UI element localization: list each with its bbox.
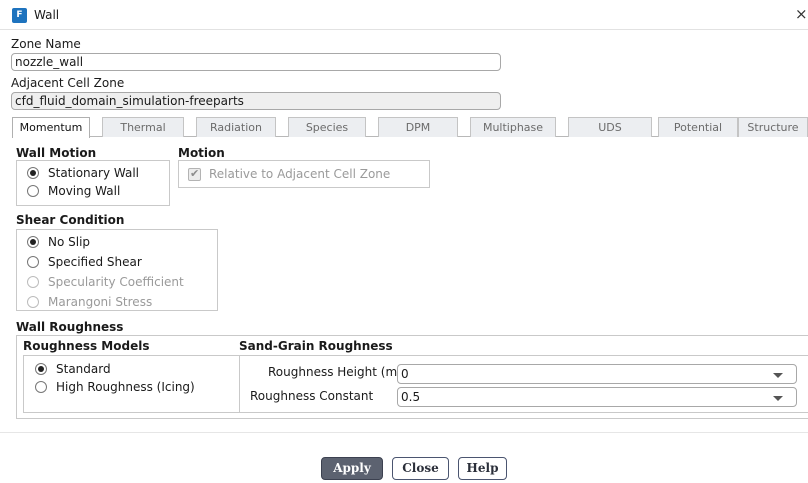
radio-indicator[interactable] (35, 363, 47, 375)
tab-dpm[interactable]: DPM (378, 117, 458, 137)
wall-motion-group: Stationary Wall Moving Wall (16, 160, 170, 206)
tab-radiation[interactable]: Radiation (196, 117, 276, 137)
radio-no-slip[interactable]: No Slip (27, 233, 217, 251)
tab-uds[interactable]: UDS (568, 117, 652, 137)
adjacent-cell-zone-field: cfd_fluid_domain_simulation-freeparts (11, 92, 501, 110)
window-title: Wall (34, 8, 60, 22)
chevron-down-icon[interactable] (773, 373, 783, 378)
radio-moving-wall[interactable]: Moving Wall (27, 182, 169, 200)
radio-label: Specified Shear (48, 255, 142, 269)
checkbox-label: Relative to Adjacent Cell Zone (209, 167, 391, 181)
radio-marangoni-stress: Marangoni Stress (27, 293, 217, 311)
radio-indicator[interactable] (35, 381, 47, 393)
radio-indicator[interactable] (27, 167, 39, 179)
divider (0, 432, 808, 433)
relative-to-adjacent-checkbox[interactable]: Relative to Adjacent Cell Zone (188, 165, 429, 183)
shear-condition-group: No Slip Specified Shear Specularity Coef… (16, 229, 218, 311)
motion-title: Motion (178, 146, 225, 160)
wall-motion-title: Wall Motion (16, 146, 97, 160)
shear-condition-title: Shear Condition (16, 213, 125, 227)
radio-label: Moving Wall (48, 184, 121, 198)
apply-button[interactable]: Apply (321, 457, 383, 480)
roughness-constant-label: Roughness Constant (250, 389, 374, 403)
radio-label: Specularity Coefficient (48, 275, 184, 289)
close-button[interactable]: Close (392, 457, 449, 480)
wall-roughness-title: Wall Roughness (16, 320, 124, 334)
zone-name-input[interactable]: nozzle_wall (11, 53, 501, 71)
sand-grain-roughness-group: Roughness Height (m) 0 Roughness Constan… (239, 355, 808, 413)
wall-roughness-group: Roughness Models Standard High Roughness… (16, 335, 808, 419)
roughness-height-input[interactable]: 0 (397, 364, 797, 384)
radio-indicator (27, 296, 39, 308)
sand-grain-roughness-title: Sand-Grain Roughness (239, 339, 393, 353)
radio-stationary-wall[interactable]: Stationary Wall (27, 164, 169, 182)
tab-multiphase[interactable]: Multiphase (470, 117, 556, 137)
tab-bar: Momentum Thermal Radiation Species DPM M… (12, 117, 808, 138)
checkbox-indicator[interactable] (188, 167, 201, 181)
zone-name-label: Zone Name (11, 37, 81, 51)
radio-specularity-coefficient: Specularity Coefficient (27, 273, 217, 291)
radio-indicator[interactable] (27, 236, 39, 248)
tab-momentum[interactable]: Momentum (12, 117, 90, 138)
radio-label: Standard (56, 362, 111, 376)
close-icon[interactable]: × (795, 5, 808, 23)
radio-indicator[interactable] (27, 185, 39, 197)
roughness-height-label: Roughness Height (m) (268, 365, 402, 379)
radio-standard[interactable]: Standard (35, 360, 248, 378)
adjacent-cell-zone-label: Adjacent Cell Zone (11, 76, 125, 90)
radio-indicator (27, 276, 39, 288)
radio-label: High Roughness (Icing) (56, 380, 195, 394)
help-button[interactable]: Help (458, 457, 507, 480)
radio-specified-shear[interactable]: Specified Shear (27, 253, 217, 271)
roughness-models-group: Standard High Roughness (Icing) (23, 355, 249, 413)
tab-species[interactable]: Species (288, 117, 366, 137)
radio-high-roughness-icing[interactable]: High Roughness (Icing) (35, 378, 248, 396)
roughness-constant-input[interactable]: 0.5 (397, 387, 797, 407)
motion-group: Relative to Adjacent Cell Zone (178, 160, 430, 188)
tab-structure[interactable]: Structure (738, 117, 808, 137)
chevron-down-icon[interactable] (773, 396, 783, 401)
roughness-models-title: Roughness Models (23, 339, 150, 353)
radio-label: Stationary Wall (48, 166, 139, 180)
title-bar: F Wall × (0, 0, 808, 30)
app-icon: F (12, 8, 27, 23)
radio-indicator[interactable] (27, 256, 39, 268)
tab-potential[interactable]: Potential (658, 117, 738, 137)
radio-label: No Slip (48, 235, 91, 249)
radio-label: Marangoni Stress (48, 295, 153, 309)
tab-thermal[interactable]: Thermal (102, 117, 184, 137)
